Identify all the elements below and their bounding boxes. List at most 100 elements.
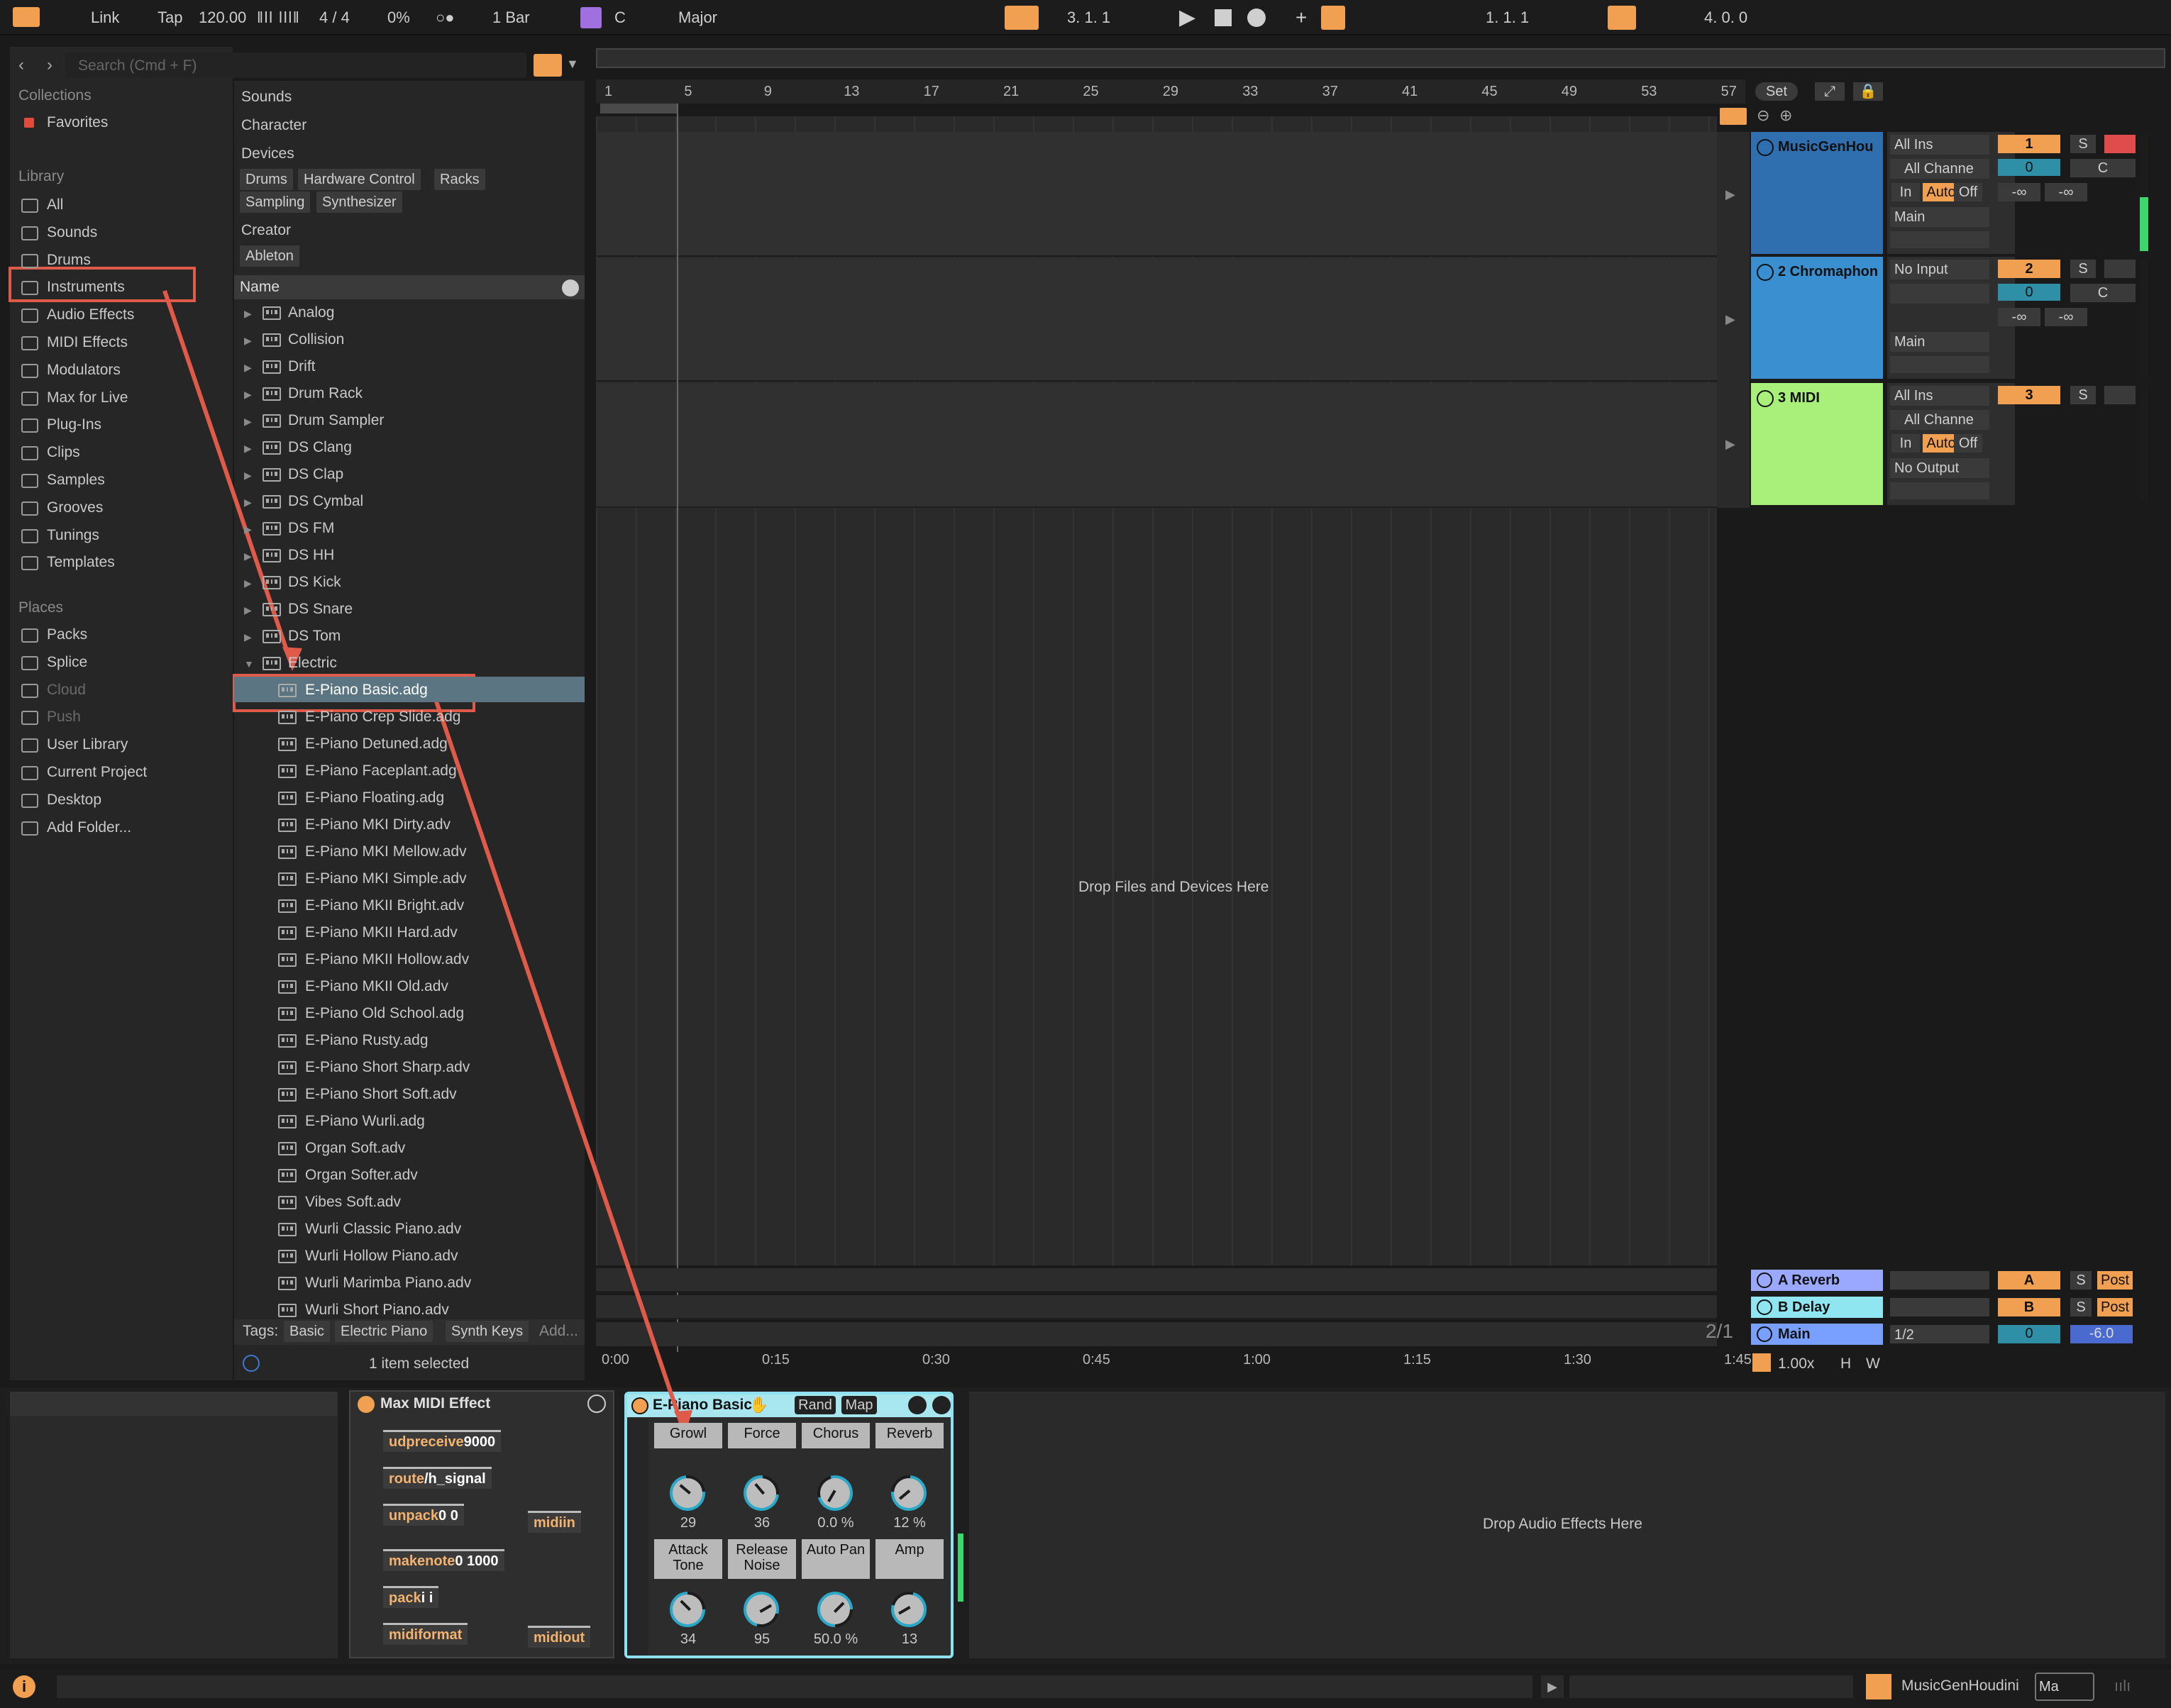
input-channel-select[interactable] xyxy=(1890,284,1989,304)
macro-value[interactable]: 34 xyxy=(654,1630,722,1648)
list-item-label[interactable]: Wurli Marimba Piano.adv xyxy=(305,1274,471,1292)
return-letter[interactable]: A xyxy=(1998,1271,2060,1290)
mon-in-button[interactable]: In xyxy=(1891,183,1920,201)
max-object-makenote[interactable]: makenote0 1000 xyxy=(383,1549,504,1571)
track-name[interactable]: 3 MIDI xyxy=(1778,389,1820,407)
macro-value[interactable]: 29 xyxy=(654,1514,722,1532)
macro-value[interactable]: 50.0 % xyxy=(802,1630,870,1648)
macro-label[interactable]: Attack Tone xyxy=(654,1539,722,1579)
list-item[interactable] xyxy=(234,326,585,353)
collapsed-icon[interactable]: ▶ xyxy=(244,335,252,347)
list-item-label[interactable]: E-Piano MKI Mellow.adv xyxy=(305,843,467,861)
main-cue-select[interactable]: 1/2 xyxy=(1890,1325,1989,1343)
sidebar-item-drums[interactable]: Drums xyxy=(47,251,91,270)
track-fold-icon[interactable] xyxy=(1757,390,1774,407)
collapsed-icon[interactable]: ▶ xyxy=(244,577,252,589)
list-item-label[interactable]: E-Piano Detuned.adg xyxy=(305,735,448,753)
input-channel-select[interactable]: All Channe xyxy=(1890,410,1989,430)
list-item-label[interactable]: E-Piano Basic.adg xyxy=(305,681,428,699)
input-channel-select[interactable]: All Channe xyxy=(1890,159,1989,179)
list-item-label[interactable]: E-Piano Crep Slide.adg xyxy=(305,708,460,726)
list-item-label[interactable]: E-Piano Short Sharp.adv xyxy=(305,1058,470,1077)
output-select[interactable]: Main xyxy=(1890,207,1989,227)
track-number-button[interactable]: 1 xyxy=(1998,135,2060,153)
record-arm-button[interactable] xyxy=(2104,386,2136,404)
max-object-unpack[interactable]: unpack0 0 xyxy=(383,1504,464,1526)
return-fold-icon[interactable] xyxy=(1757,1272,1772,1288)
list-item-label[interactable]: E-Piano Floating.adg xyxy=(305,789,444,807)
expanded-icon[interactable]: ▼ xyxy=(244,658,254,670)
macro-value[interactable]: 12 % xyxy=(875,1514,944,1532)
output-select[interactable]: No Output xyxy=(1890,458,1989,478)
main-gain[interactable]: -6.0 xyxy=(2070,1325,2133,1343)
output-channel-select[interactable] xyxy=(1890,231,1989,248)
mon-off-button[interactable]: Off xyxy=(1954,183,1982,201)
macro-label[interactable]: Growl xyxy=(654,1423,722,1448)
macro-label[interactable]: Chorus xyxy=(802,1423,870,1448)
max-object-midiin[interactable]: midiin xyxy=(528,1511,581,1533)
sidebar-item-clips[interactable]: Clips xyxy=(47,443,80,462)
collapsed-icon[interactable]: ▶ xyxy=(244,523,252,536)
sidebar-item-templates[interactable]: Templates xyxy=(47,553,115,572)
collapsed-icon[interactable]: ▶ xyxy=(244,497,252,509)
macro-value[interactable]: 13 xyxy=(875,1630,944,1648)
sidebar-item-packs[interactable]: Packs xyxy=(47,626,87,644)
max-object-pack[interactable]: packi i xyxy=(383,1586,439,1608)
track-fold-icon[interactable] xyxy=(1757,139,1774,156)
return-fold-icon[interactable] xyxy=(1757,1299,1772,1315)
max-object-route[interactable]: route/h_signal xyxy=(383,1467,492,1489)
solo-button[interactable]: S xyxy=(2070,260,2096,278)
macro-label[interactable]: Amp xyxy=(875,1539,944,1579)
list-item-label[interactable]: Wurli Short Piano.adv xyxy=(305,1301,449,1319)
return-letter[interactable]: B xyxy=(1998,1298,2060,1316)
collapsed-icon[interactable]: ▶ xyxy=(244,604,252,616)
list-item[interactable] xyxy=(234,353,585,380)
sidebar-item-instruments[interactable]: Instruments xyxy=(47,278,125,296)
output-select[interactable]: Main xyxy=(1890,332,1989,352)
max-object-udpreceive[interactable]: udpreceive9000 xyxy=(383,1430,502,1452)
sidebar-item-user-library[interactable]: User Library xyxy=(47,736,128,754)
list-item[interactable] xyxy=(234,434,585,461)
macro-value[interactable]: 95 xyxy=(728,1630,796,1648)
list-item-label[interactable]: E-Piano Short Soft.adv xyxy=(305,1085,457,1104)
pan-field[interactable]: C xyxy=(2070,284,2136,302)
list-item-label[interactable]: E-Piano MKII Hard.adv xyxy=(305,924,458,942)
list-item-label[interactable]: E-Piano MKII Hollow.adv xyxy=(305,950,469,969)
sidebar-item-cloud[interactable]: Cloud xyxy=(47,681,86,699)
max-object-midiformat[interactable]: midiformat xyxy=(383,1623,468,1645)
device-tag-hardware-control[interactable]: Hardware Control xyxy=(298,169,421,190)
list-item-label[interactable]: E-Piano MKII Bright.adv xyxy=(305,897,464,915)
return-output-field[interactable] xyxy=(1890,1271,1989,1290)
record-arm-button[interactable] xyxy=(2104,260,2136,278)
collapsed-icon[interactable]: ▶ xyxy=(244,308,252,320)
input-type-select[interactable]: No Input xyxy=(1890,260,1989,279)
sidebar-item-splice[interactable]: Splice xyxy=(47,653,87,672)
volume-field[interactable]: 0 xyxy=(1998,159,2060,176)
list-item-label[interactable]: E-Piano MKI Dirty.adv xyxy=(305,816,451,834)
list-item-label[interactable]: E-Piano MKII Old.adv xyxy=(305,977,448,996)
device-tag-sampling[interactable]: Sampling xyxy=(240,192,311,213)
macro-label[interactable]: Release Noise xyxy=(728,1539,796,1579)
sidebar-item-all[interactable]: All xyxy=(47,196,63,214)
collapsed-icon[interactable]: ▶ xyxy=(244,443,252,455)
list-item[interactable] xyxy=(234,569,585,596)
sidebar-item-push[interactable]: Push xyxy=(47,708,81,726)
return-name[interactable]: A Reverb xyxy=(1778,1271,1840,1290)
record-arm-button[interactable] xyxy=(2104,135,2136,153)
mon-off-button[interactable]: Off xyxy=(1954,434,1982,453)
collapsed-icon[interactable]: ▶ xyxy=(244,470,252,482)
sidebar-item-modulators[interactable]: Modulators xyxy=(47,361,121,379)
max-object-midiout[interactable]: midiout xyxy=(528,1626,591,1648)
device-tag-racks[interactable]: Racks xyxy=(434,169,485,190)
list-item-label[interactable]: E-Piano Faceplant.adg xyxy=(305,762,457,780)
pan-field[interactable]: C xyxy=(2070,159,2136,177)
sidebar-item-sounds[interactable]: Sounds xyxy=(47,223,97,242)
mon-in-button[interactable]: In xyxy=(1891,434,1920,453)
list-item[interactable] xyxy=(234,596,585,623)
collapsed-icon[interactable]: ▶ xyxy=(244,389,252,401)
return-solo[interactable]: S xyxy=(2070,1298,2092,1316)
sidebar-item-audio-effects[interactable]: Audio Effects xyxy=(47,306,134,324)
list-item-label[interactable]: E-Piano MKI Simple.adv xyxy=(305,870,467,888)
collapsed-icon[interactable]: ▶ xyxy=(244,550,252,562)
macro-label[interactable]: Force xyxy=(728,1423,796,1448)
